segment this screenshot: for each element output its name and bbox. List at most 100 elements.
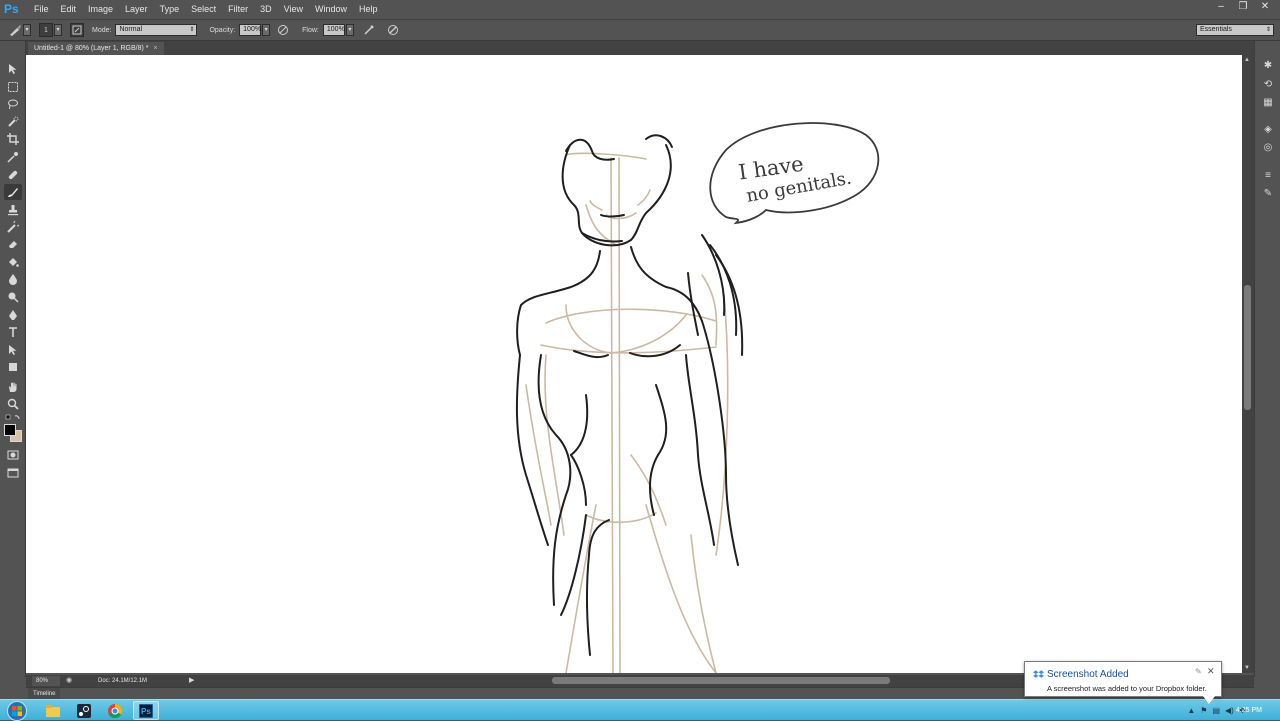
- menu-3d[interactable]: 3D: [254, 0, 278, 19]
- options-bar: ▾ 1 ▾ Mode: Normal ⇕ Opacity: 100% ▾ Flow…: [0, 19, 1280, 41]
- tools-panel: [0, 41, 26, 677]
- screen-mode-icon[interactable]: [4, 465, 22, 481]
- photoshop-taskbar-icon[interactable]: Ps: [133, 701, 159, 720]
- speech-bubble: I have no genitals.: [709, 122, 880, 225]
- flow-label: Flow:: [302, 26, 319, 34]
- minimize-button[interactable]: –: [1212, 0, 1230, 14]
- zoom-tool-icon[interactable]: [4, 396, 22, 412]
- brush-size-picker[interactable]: 1: [39, 23, 53, 37]
- menu-type[interactable]: Type: [154, 0, 186, 19]
- taskbar-clock[interactable]: 4:25 PM: [1236, 700, 1262, 721]
- document-tab-title: Untitled-1 @ 80% (Layer 1, RGB/8) *: [34, 45, 149, 52]
- layers-panel-icon[interactable]: ◈: [1260, 123, 1276, 137]
- menu-select[interactable]: Select: [185, 0, 222, 19]
- history-panel-icon[interactable]: ⟲: [1260, 78, 1276, 92]
- properties-panel-icon[interactable]: ▦: [1260, 96, 1276, 110]
- document-tab-bar: Untitled-1 @ 80% (Layer 1, RGB/8) * ×: [26, 41, 1254, 55]
- rectangle-tool-icon[interactable]: [4, 359, 22, 375]
- status-menu-arrow-icon[interactable]: ▶: [189, 676, 194, 684]
- adjustments-panel-icon[interactable]: ≡: [1260, 169, 1276, 183]
- clone-stamp-tool-icon[interactable]: [4, 202, 22, 218]
- document-tab-close-icon[interactable]: ×: [154, 42, 158, 55]
- tool-preset-dropdown[interactable]: ▾: [23, 24, 31, 36]
- quick-selection-tool-icon[interactable]: [4, 114, 22, 130]
- marquee-tool-icon[interactable]: [4, 79, 22, 95]
- zoom-field[interactable]: 80%: [32, 676, 60, 686]
- pressure-size-icon[interactable]: [386, 23, 400, 37]
- brush-panel-icon[interactable]: ✎: [1260, 187, 1276, 201]
- chrome-taskbar-icon[interactable]: [102, 701, 128, 720]
- canvas[interactable]: I have no genitals.: [26, 55, 1242, 673]
- menu-window[interactable]: Window: [309, 0, 353, 19]
- paint-bucket-tool-icon[interactable]: [4, 254, 22, 270]
- menu-filter[interactable]: Filter: [222, 0, 254, 19]
- lasso-tool-icon[interactable]: [4, 96, 22, 112]
- airbrush-icon[interactable]: [362, 23, 376, 37]
- brush-tool-icon[interactable]: [4, 184, 22, 200]
- eraser-tool-icon[interactable]: [4, 236, 22, 252]
- window-controls: – ❐ ✕: [1212, 0, 1274, 14]
- notification-pointer: [1203, 696, 1215, 704]
- channels-panel-icon[interactable]: ◎: [1260, 141, 1276, 155]
- pen-tool-icon[interactable]: [4, 307, 22, 323]
- dropbox-notification[interactable]: Screenshot Added A screenshot was added …: [1024, 661, 1222, 704]
- quick-mask-icon[interactable]: [4, 447, 22, 463]
- sketch-construction-lines: [525, 152, 729, 673]
- network-icon[interactable]: ▤: [1212, 706, 1220, 715]
- dodge-tool-icon[interactable]: [4, 289, 22, 305]
- path-selection-tool-icon[interactable]: [4, 342, 22, 358]
- swap-colors-icon[interactable]: [4, 414, 22, 422]
- scroll-up-arrow-icon[interactable]: ▲: [1244, 57, 1250, 63]
- opacity-dropdown[interactable]: ▾: [262, 24, 271, 36]
- blur-tool-icon[interactable]: [4, 271, 22, 287]
- move-tool-icon[interactable]: [4, 61, 22, 77]
- notification-title: Screenshot Added: [1047, 669, 1129, 680]
- pressure-opacity-icon[interactable]: [276, 23, 290, 37]
- type-tool-icon[interactable]: [4, 324, 22, 340]
- menu-edit[interactable]: Edit: [55, 0, 83, 19]
- eyedropper-tool-icon[interactable]: [4, 149, 22, 165]
- action-center-icon[interactable]: ⚑: [1200, 706, 1207, 715]
- panel-options-icon[interactable]: ✱: [1260, 59, 1276, 73]
- menu-file[interactable]: File: [28, 0, 55, 19]
- vertical-scrollbar[interactable]: ▲ ▼: [1242, 55, 1254, 673]
- notification-pin-icon[interactable]: ✎: [1195, 667, 1202, 676]
- healing-brush-tool-icon[interactable]: [4, 167, 22, 183]
- menu-view[interactable]: View: [278, 0, 309, 19]
- crop-tool-icon[interactable]: [4, 131, 22, 147]
- mode-label: Mode:: [92, 26, 112, 34]
- sketch-drawing: I have no genitals.: [515, 122, 880, 673]
- status-info-icon[interactable]: ◉: [64, 676, 74, 686]
- restore-button[interactable]: ❐: [1234, 0, 1252, 14]
- steam-taskbar-icon[interactable]: [71, 701, 97, 720]
- vertical-scroll-thumb[interactable]: [1244, 285, 1251, 410]
- opacity-label: Opacity:: [209, 26, 236, 34]
- start-button[interactable]: [5, 700, 29, 721]
- menu-image[interactable]: Image: [82, 0, 119, 19]
- history-brush-tool-icon[interactable]: [4, 219, 22, 235]
- flow-dropdown[interactable]: ▾: [345, 24, 354, 36]
- explorer-taskbar-icon[interactable]: [40, 701, 66, 720]
- document-tab[interactable]: Untitled-1 @ 80% (Layer 1, RGB/8) * ×: [28, 42, 164, 55]
- mode-select[interactable]: Normal ⇕: [115, 24, 198, 36]
- scroll-down-arrow-icon[interactable]: ▼: [1244, 665, 1250, 671]
- opacity-field[interactable]: 100%: [239, 24, 262, 36]
- close-button[interactable]: ✕: [1256, 0, 1274, 14]
- brush-panel-toggle-icon[interactable]: [70, 23, 84, 37]
- hand-tool-icon[interactable]: [4, 379, 22, 395]
- workspace-select[interactable]: Essentials ⇕: [1196, 24, 1274, 36]
- menu-layer[interactable]: Layer: [119, 0, 154, 19]
- brush-picker-dropdown[interactable]: ▾: [54, 24, 62, 36]
- horizontal-scroll-thumb[interactable]: [552, 677, 890, 684]
- brush-tool-preset-icon[interactable]: [8, 23, 22, 37]
- notification-close-icon[interactable]: ✕: [1207, 666, 1215, 677]
- taskbar: Ps ▲ ⚑ ▤ ◀) ❖ 4:25 PM: [0, 699, 1280, 721]
- volume-icon[interactable]: ◀): [1225, 706, 1234, 715]
- menu-help[interactable]: Help: [353, 0, 384, 19]
- flow-field[interactable]: 100%: [322, 24, 345, 36]
- tray-expand-icon[interactable]: ▲: [1187, 706, 1195, 715]
- panel-dock: ✱ ⟲ ▦ ◈ ◎ ≡ ✎: [1254, 41, 1280, 677]
- brush-size-value: 1: [44, 26, 48, 34]
- notification-text: A screenshot was added to your Dropbox f…: [1047, 684, 1207, 693]
- foreground-color-swatch[interactable]: [4, 424, 16, 436]
